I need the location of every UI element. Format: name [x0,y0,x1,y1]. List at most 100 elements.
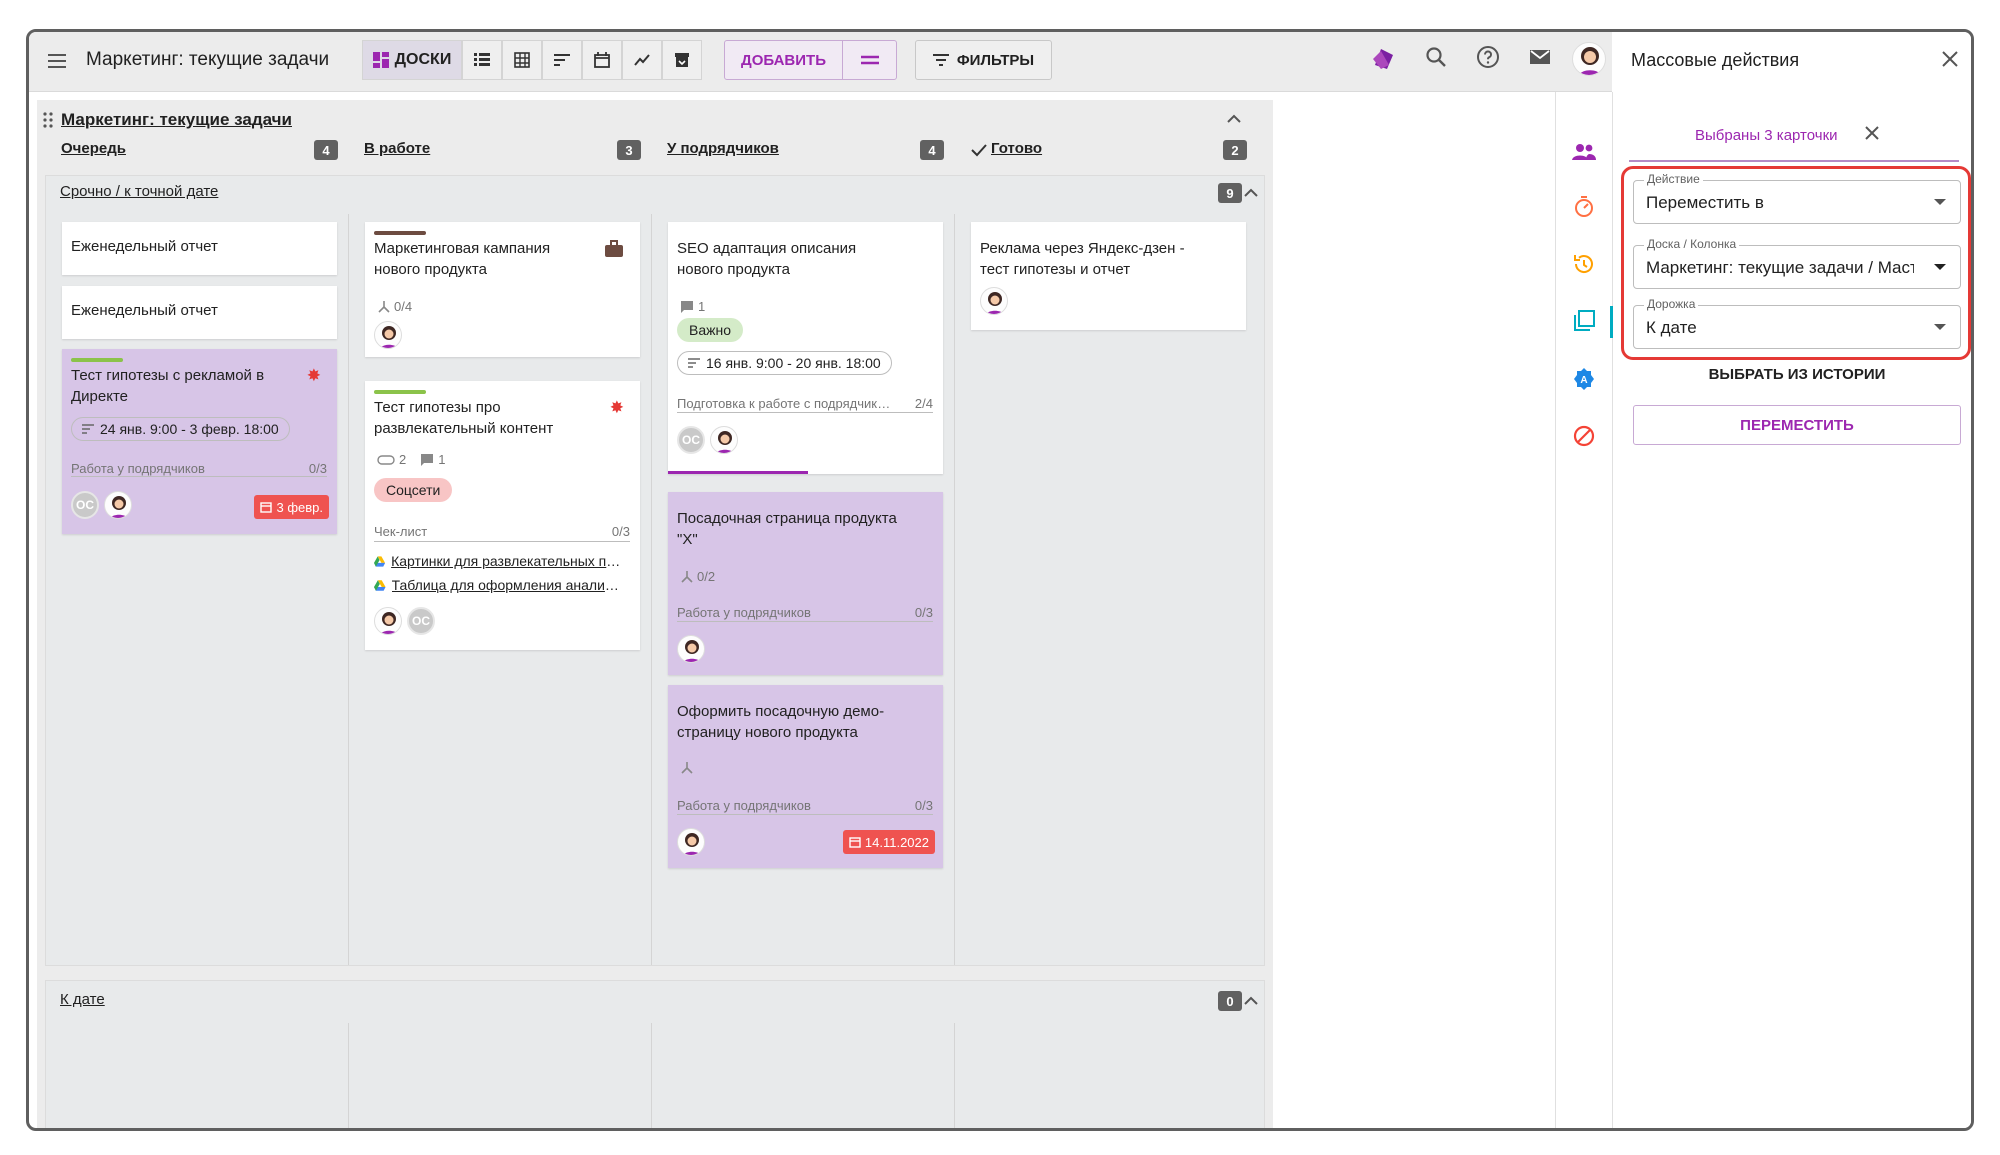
avatar [104,491,132,519]
link-text[interactable]: Таблица для оформления аналитики [392,575,624,596]
card-title: Посадочная страница продукта "Х" [677,510,897,548]
card-landing-page-x[interactable]: Посадочная страница продукта "Х" 0/2 Раб… [668,492,943,675]
calendar-icon [260,502,273,513]
user-avatar[interactable] [1572,42,1606,76]
action-select[interactable]: Действие Переместить в [1633,172,1961,224]
avatar-initials: ОС [71,491,99,519]
history-icon[interactable] [1572,252,1596,276]
lane-value: К дате [1646,318,1697,337]
burst-icon: ✸ [609,398,624,417]
lane-by-date-title[interactable]: К дате [60,991,105,1008]
column-divider [348,214,349,965]
card-weekly-report-2[interactable]: Еженедельный отчет [62,286,337,339]
tag-chip[interactable]: Соцсети [374,478,453,502]
column-contractors-header[interactable]: У подрядчиков [667,140,779,157]
collapse-board-icon[interactable] [1226,112,1242,124]
card-title: Оформить посадочную демо-страницу нового… [677,703,885,741]
bulk-actions-panel: Массовые действия Выбраны 3 карточки Дей… [1613,32,1971,1128]
dropdown-caret-icon [1934,324,1946,330]
link-item[interactable]: Картинки для развлекательных постов [374,551,624,572]
due-date-badge[interactable]: 14.11.2022 [842,830,935,854]
copy-cards-icon[interactable] [1572,309,1596,333]
card-demo-landing[interactable]: Оформить посадочную демо-страницу нового… [668,685,943,868]
avatar [677,635,705,663]
comments-count: 1 [698,299,706,314]
column-divider [954,214,955,965]
tags-icon[interactable] [1371,45,1397,71]
collapse-lane-icon[interactable] [1243,186,1259,198]
lane-select[interactable]: Дорожка К дате [1633,297,1961,349]
view-list-button[interactable] [462,40,502,80]
calendar-icon [849,837,861,848]
column-divider [651,214,652,965]
view-chart-button[interactable] [622,40,662,80]
view-table-button[interactable] [502,40,542,80]
subtasks-icon [681,570,693,583]
checklist-row: Чек-лист 0/3 [374,521,630,542]
link-text[interactable]: Картинки для развлекательных постов [391,551,624,572]
card-test-entertainment-content[interactable]: Тест гипотезы про развлекательный контен… [365,381,640,650]
view-calendar-button[interactable] [582,40,622,80]
tag-chip[interactable]: Важно [677,318,744,342]
board-column-select[interactable]: Доска / Колонка Маркетинг: текущие задач… [1633,237,1961,289]
card-yandex-zen[interactable]: Реклама через Яндекс-дзен - тест гипотез… [971,222,1246,330]
selection-underline [1629,160,1959,162]
card-weekly-report-1[interactable]: Еженедельный отчет [62,222,337,275]
view-gantt-button[interactable] [542,40,582,80]
comments-row: 1 [680,296,705,317]
drag-handle-icon[interactable] [43,112,53,128]
timer-icon[interactable] [1572,195,1596,219]
due-date-badge[interactable]: 3 февр. [254,495,329,519]
lane-urgent-count: 9 [1218,183,1242,203]
card-progress-bar [668,471,808,474]
date-range-chip[interactable]: 16 янв. 9:00 - 20 янв. 18:00 [677,351,892,375]
search-icon[interactable] [1424,45,1448,69]
card-title: Тест гипотезы про развлекательный контен… [374,399,554,437]
users-icon[interactable] [1572,142,1596,162]
column-done-header[interactable]: Готово [991,140,1042,157]
collapse-lane-icon[interactable] [1243,994,1259,1006]
date-range-chip[interactable]: 24 янв. 9:00 - 3 февр. 18:00 [71,417,290,441]
mail-icon[interactable] [1528,45,1552,69]
help-icon[interactable] [1476,45,1500,69]
column-in-progress-header[interactable]: В работе [364,140,430,157]
board-title[interactable]: Маркетинг: текущие задачи [86,49,329,71]
block-icon[interactable] [1572,424,1596,448]
checklist-bar [677,412,933,413]
column-queue-header[interactable]: Очередь [61,140,126,157]
lane-by-date: К дате 0 [45,980,1265,1128]
add-button[interactable]: ДОБАВИТЬ [725,41,843,79]
card-seo-adaptation[interactable]: SEO адаптация описания нового продукта 1… [668,222,943,474]
menu-icon[interactable] [45,49,69,73]
filter-icon [932,54,949,66]
close-icon[interactable] [1941,50,1959,68]
equals-icon [860,55,879,65]
view-boards-button[interactable]: ДОСКИ [362,40,462,80]
checklist-bar [677,621,933,622]
view-archive-button[interactable] [662,40,702,80]
attachments-row: 2 1 [377,449,445,470]
avatar [980,287,1008,315]
top-bar: Маркетинг: текущие задачи ДОСКИ ДОБАВИТЬ… [29,32,1612,92]
card-title: Еженедельный отчет [71,302,218,319]
due-date-text: 14.11.2022 [864,834,929,850]
add-options-button[interactable] [843,41,896,79]
link-item[interactable]: Таблица для оформления аналитики [374,575,624,596]
filters-button[interactable]: ФИЛЬТРЫ [915,40,1052,80]
checklist-name: Чек-лист [374,524,428,539]
choose-from-history-button[interactable]: ВЫБРАТЬ ИЗ ИСТОРИИ [1633,366,1961,383]
checklist-bar [677,814,933,815]
card-test-hypothesis-direct[interactable]: Тест гипотезы с рекламой в Директе ✸ 24 … [62,349,337,534]
subtasks-count: 0/2 [697,569,716,584]
attachment-icon [377,454,395,465]
checklist-progress: 0/3 [611,524,630,539]
card-marketing-campaign[interactable]: Маркетинговая кампания нового продукта 0… [365,222,640,357]
move-button[interactable]: ПЕРЕМЕСТИТЬ [1633,405,1961,445]
clear-selection-icon[interactable] [1863,124,1881,142]
lane-urgent-title[interactable]: Срочно / к точной дате [60,183,218,200]
side-toolbar: A [1555,92,1613,1128]
checklist-progress: 0/3 [914,605,933,620]
automation-icon[interactable]: A [1572,367,1596,391]
comment-icon [421,453,434,466]
board-heading[interactable]: Маркетинг: текущие задачи [61,110,292,130]
